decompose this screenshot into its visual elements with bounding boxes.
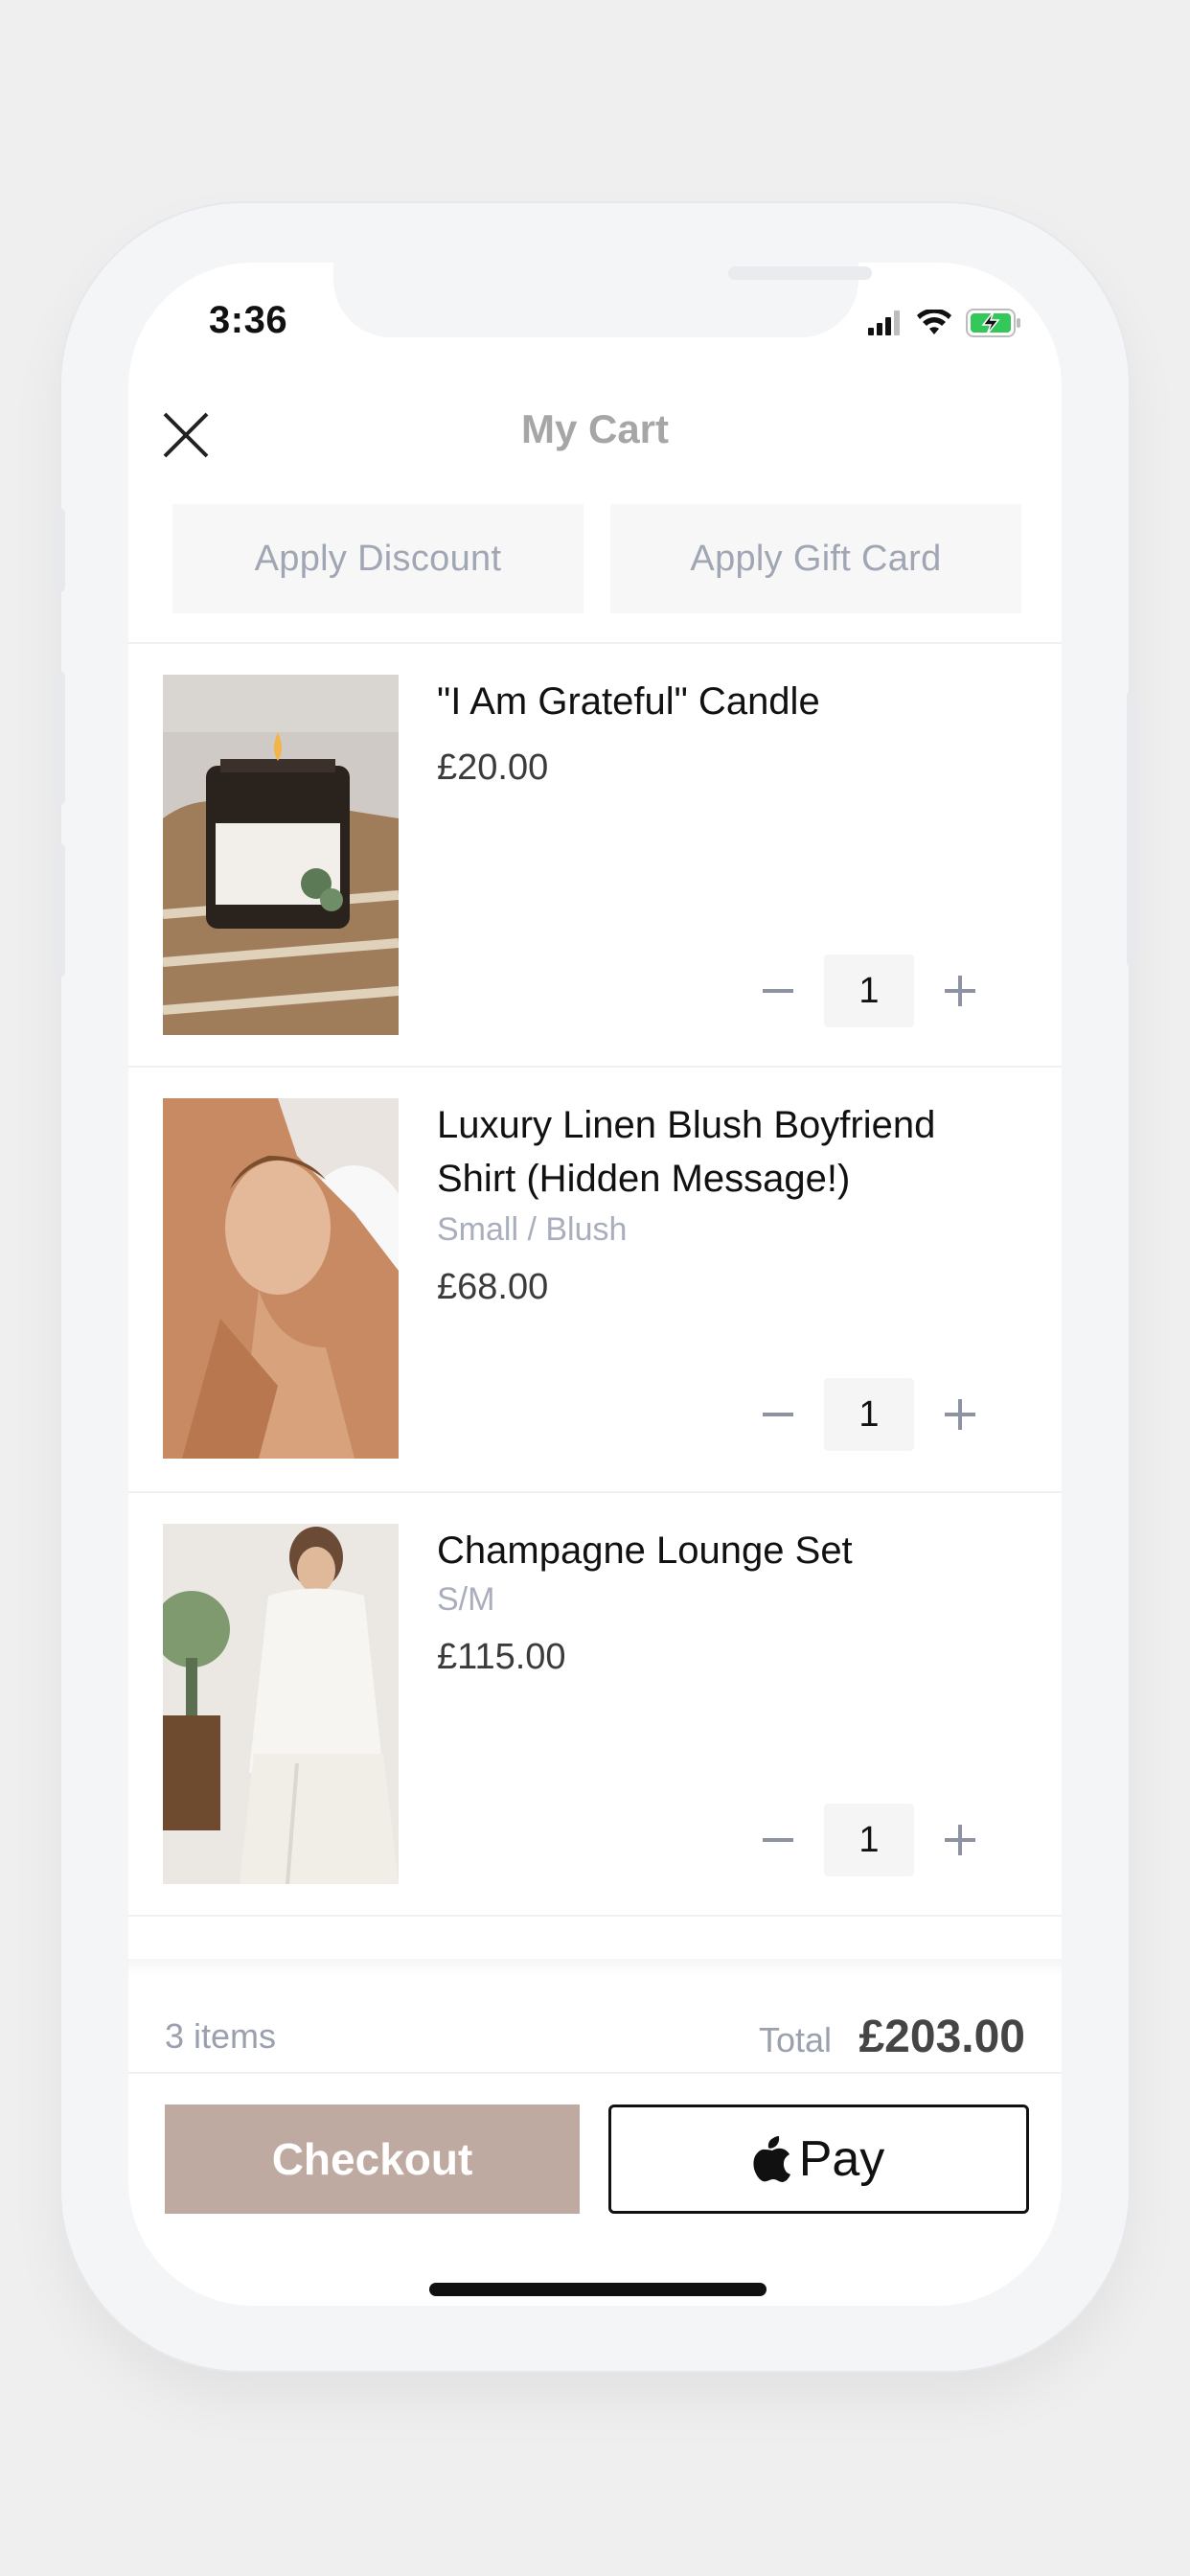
minus-icon (763, 989, 793, 993)
product-image-linen-shirt[interactable] (163, 1098, 399, 1459)
decrease-quantity-button[interactable] (732, 1804, 824, 1876)
checkout-actions: Checkout Pay (165, 2104, 1029, 2214)
screen: 3:36 My Cart Apply Discount Apply Gift C… (128, 263, 1062, 2306)
item-name[interactable]: Champagne Lounge Set (437, 1524, 1023, 1577)
item-price: £68.00 (437, 1267, 549, 1307)
increase-quantity-button[interactable] (914, 954, 1006, 1027)
battery-charging-icon (966, 309, 1020, 337)
mute-switch (54, 508, 65, 592)
item-count: 3 items (165, 2016, 277, 2056)
quantity-value[interactable]: 1 (824, 1804, 914, 1876)
quantity-value[interactable]: 1 (824, 954, 914, 1027)
decrease-quantity-button[interactable] (732, 1378, 824, 1451)
cellular-icon (868, 310, 900, 335)
divider (128, 2072, 1062, 2074)
apple-pay-button[interactable]: Pay (608, 2104, 1029, 2214)
product-image-lounge-set[interactable] (163, 1524, 399, 1884)
apply-gift-card-button[interactable]: Apply Gift Card (610, 504, 1021, 613)
total-value: £203.00 (858, 2012, 1025, 2062)
increase-quantity-button[interactable] (914, 1378, 1006, 1451)
plus-icon (945, 976, 975, 1006)
volume-down-button (54, 843, 65, 978)
quantity-stepper: 1 (732, 1804, 1006, 1876)
footer-shadow (128, 1959, 1062, 1976)
cart-item-lounge-set: Champagne Lounge Set S/M £115.00 1 (128, 1493, 1062, 1917)
status-icons (868, 309, 1023, 337)
quantity-stepper: 1 (732, 954, 1006, 1027)
speaker (728, 266, 872, 280)
divider (128, 1915, 1062, 1917)
item-name[interactable]: Luxury Linen Blush Boyfriend Shirt (Hidd… (437, 1098, 1023, 1206)
quantity-stepper: 1 (732, 1378, 1006, 1451)
status-time: 3:36 (209, 299, 288, 341)
power-button (1127, 690, 1138, 968)
quantity-value[interactable]: 1 (824, 1378, 914, 1451)
app-root: 3:36 My Cart Apply Discount Apply Gift C… (0, 0, 1190, 2576)
volume-up-button (54, 671, 65, 805)
home-indicator[interactable] (429, 2283, 767, 2296)
decrease-quantity-button[interactable] (732, 954, 824, 1027)
notch (333, 263, 872, 337)
apply-discount-button[interactable]: Apply Discount (172, 504, 584, 613)
minus-icon (763, 1413, 793, 1416)
plus-icon (945, 1399, 975, 1430)
apple-logo-icon (753, 2136, 790, 2182)
total-label: Total (758, 2020, 832, 2059)
item-variant: S/M (437, 1581, 495, 1618)
candle-image (163, 675, 399, 1035)
increase-quantity-button[interactable] (914, 1804, 1006, 1876)
shirt-image (163, 1098, 399, 1459)
cart-actions: Apply Discount Apply Gift Card (172, 504, 1021, 613)
checkout-button[interactable]: Checkout (165, 2104, 580, 2214)
apple-pay-label: Pay (798, 2131, 885, 2187)
lounge-image (163, 1524, 399, 1884)
item-variant: Small / Blush (437, 1211, 628, 1248)
minus-icon (763, 1838, 793, 1842)
page-title: My Cart (520, 406, 670, 451)
cart-item-candle: "I Am Grateful" Candle £20.00 1 (128, 644, 1062, 1068)
item-price: £20.00 (437, 748, 549, 788)
item-price: £115.00 (437, 1637, 566, 1677)
wifi-icon (917, 310, 951, 334)
item-name[interactable]: "I Am Grateful" Candle (437, 675, 1023, 728)
cart-summary: 3 items Total £203.00 (165, 2003, 1025, 2080)
plus-icon (945, 1825, 975, 1855)
product-image-candle[interactable] (163, 675, 399, 1035)
cart-item-linen-shirt: Luxury Linen Blush Boyfriend Shirt (Hidd… (128, 1068, 1062, 1491)
